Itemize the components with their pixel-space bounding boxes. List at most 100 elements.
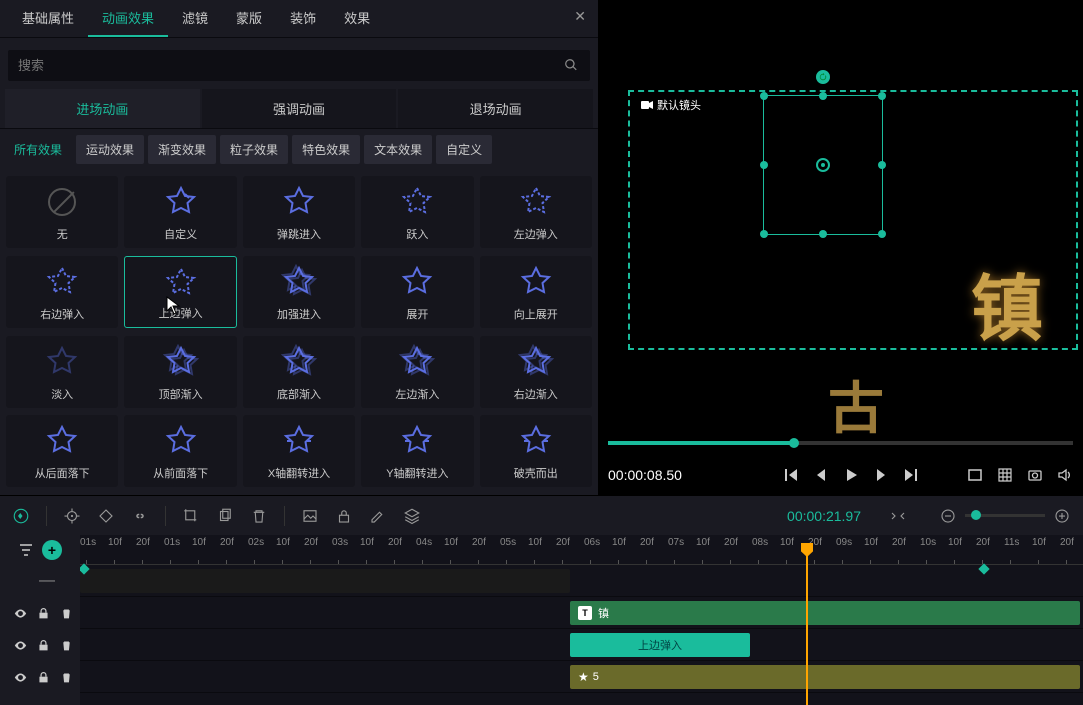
step-back-button[interactable] <box>813 467 829 483</box>
effect-item-11[interactable]: 顶部渐入 <box>124 336 236 408</box>
tab-decor[interactable]: 装饰 <box>276 0 330 37</box>
collapse-icon[interactable]: — <box>14 572 80 590</box>
zoom-out-icon[interactable] <box>939 507 957 525</box>
playhead[interactable] <box>806 545 808 705</box>
effect-item-0[interactable]: 无 <box>6 176 118 248</box>
trash-icon[interactable] <box>60 639 73 652</box>
center-handle[interactable] <box>816 158 830 172</box>
handle-b[interactable] <box>819 230 827 238</box>
effect-item-12[interactable]: 底部渐入 <box>243 336 355 408</box>
star-multi-icon <box>281 344 317 380</box>
handle-tl[interactable] <box>760 92 768 100</box>
effect-item-5[interactable]: 右边弹入 <box>6 256 118 328</box>
filter-motion[interactable]: 运动效果 <box>76 135 144 164</box>
handle-bl[interactable] <box>760 230 768 238</box>
filter-custom[interactable]: 自定义 <box>436 135 492 164</box>
effect-item-14[interactable]: 右边渐入 <box>480 336 592 408</box>
clip-animation[interactable]: 上边弹入 <box>570 633 750 657</box>
target-icon[interactable] <box>63 507 81 525</box>
timeline-time: 00:00:21.97 <box>787 508 861 524</box>
tab-basic[interactable]: 基础属性 <box>8 0 88 37</box>
home-icon[interactable] <box>12 507 30 525</box>
eye-icon[interactable] <box>14 639 27 652</box>
effect-item-2[interactable]: 弹跳进入 <box>243 176 355 248</box>
ruler-mark: 01s <box>80 537 96 548</box>
filter-text[interactable]: 文本效果 <box>364 135 432 164</box>
clip-text[interactable]: T 镇 <box>570 601 1080 625</box>
effect-item-10[interactable]: 淡入 <box>6 336 118 408</box>
eye-icon[interactable] <box>14 607 27 620</box>
image-icon[interactable] <box>301 507 319 525</box>
zoom-in-icon[interactable] <box>1053 507 1071 525</box>
lock-icon[interactable] <box>37 607 50 620</box>
volume-button[interactable] <box>1057 467 1073 483</box>
handle-br[interactable] <box>878 230 886 238</box>
ruler-mark: 10f <box>612 537 626 548</box>
effect-label: 加强进入 <box>277 306 321 322</box>
effect-item-19[interactable]: 破壳而出 <box>480 415 592 487</box>
effect-item-15[interactable]: 从后面落下 <box>6 415 118 487</box>
filter-gradient[interactable]: 渐变效果 <box>148 135 216 164</box>
handle-t[interactable] <box>819 92 827 100</box>
selection-inner[interactable] <box>763 95 883 235</box>
tab-animation[interactable]: 动画效果 <box>88 0 168 37</box>
effect-item-4[interactable]: 左边弹入 <box>480 176 592 248</box>
next-frame-button[interactable] <box>903 467 919 483</box>
clip-video[interactable] <box>80 569 570 593</box>
handle-r[interactable] <box>878 161 886 169</box>
keyframe-icon[interactable] <box>97 507 115 525</box>
clip-star[interactable]: ★ 5 <box>570 665 1080 689</box>
effect-item-7[interactable]: 加强进入 <box>243 256 355 328</box>
effect-item-16[interactable]: 从前面落下 <box>124 415 236 487</box>
ruler-mark: 10f <box>108 537 122 548</box>
snapshot-button[interactable] <box>1027 467 1043 483</box>
effect-item-1[interactable]: 自定义 <box>124 176 236 248</box>
eye-icon[interactable] <box>14 671 27 684</box>
tab-mask[interactable]: 蒙版 <box>222 0 276 37</box>
effect-item-3[interactable]: 跃入 <box>361 176 473 248</box>
effect-item-13[interactable]: 左边渐入 <box>361 336 473 408</box>
filter-special[interactable]: 特色效果 <box>292 135 360 164</box>
handle-tr[interactable] <box>878 92 886 100</box>
lock-icon[interactable] <box>37 671 50 684</box>
filter-tracks-icon[interactable] <box>18 542 34 558</box>
effect-item-8[interactable]: 展开 <box>361 256 473 328</box>
sub-tab-exit[interactable]: 退场动画 <box>398 89 593 128</box>
handle-l[interactable] <box>760 161 768 169</box>
delete-icon[interactable] <box>250 507 268 525</box>
trash-icon[interactable] <box>60 607 73 620</box>
tab-effect[interactable]: 效果 <box>330 0 384 37</box>
lock-icon[interactable] <box>37 639 50 652</box>
effect-item-9[interactable]: 向上展开 <box>480 256 592 328</box>
rotate-handle[interactable] <box>816 70 830 84</box>
link-icon[interactable] <box>131 507 149 525</box>
step-fwd-button[interactable] <box>873 467 889 483</box>
fit-icon[interactable] <box>889 507 907 525</box>
search-input[interactable] <box>8 50 590 81</box>
lock-icon[interactable] <box>335 507 353 525</box>
effect-item-17[interactable]: X轴翻转进入 <box>243 415 355 487</box>
star-icon <box>281 184 317 220</box>
effect-item-6[interactable]: 上边弹入 <box>124 256 236 328</box>
effect-item-18[interactable]: Y轴翻转进入 <box>361 415 473 487</box>
zoom-slider[interactable] <box>965 514 1045 517</box>
grid-button[interactable] <box>997 467 1013 483</box>
play-button[interactable] <box>843 467 859 483</box>
preview-scrubber[interactable] <box>608 441 1073 445</box>
edit-icon[interactable] <box>369 507 387 525</box>
copy-icon[interactable] <box>216 507 234 525</box>
filter-all[interactable]: 所有效果 <box>4 135 72 164</box>
sub-tab-enter[interactable]: 进场动画 <box>5 89 200 128</box>
cut-icon[interactable] <box>182 507 200 525</box>
sub-tab-emphasis[interactable]: 强调动画 <box>202 89 397 128</box>
trash-icon[interactable] <box>60 671 73 684</box>
marker-end[interactable] <box>978 563 989 574</box>
add-track-button[interactable]: + <box>42 540 62 560</box>
timeline-ruler[interactable]: 01s10f20f01s10f20f02s10f20f03s10f20f04s1… <box>80 535 1083 565</box>
tab-filter[interactable]: 滤镜 <box>168 0 222 37</box>
close-icon[interactable]: ✕ <box>574 8 586 25</box>
layers-icon[interactable] <box>403 507 421 525</box>
filter-particle[interactable]: 粒子效果 <box>220 135 288 164</box>
prev-frame-button[interactable] <box>783 467 799 483</box>
loop-button[interactable] <box>967 467 983 483</box>
